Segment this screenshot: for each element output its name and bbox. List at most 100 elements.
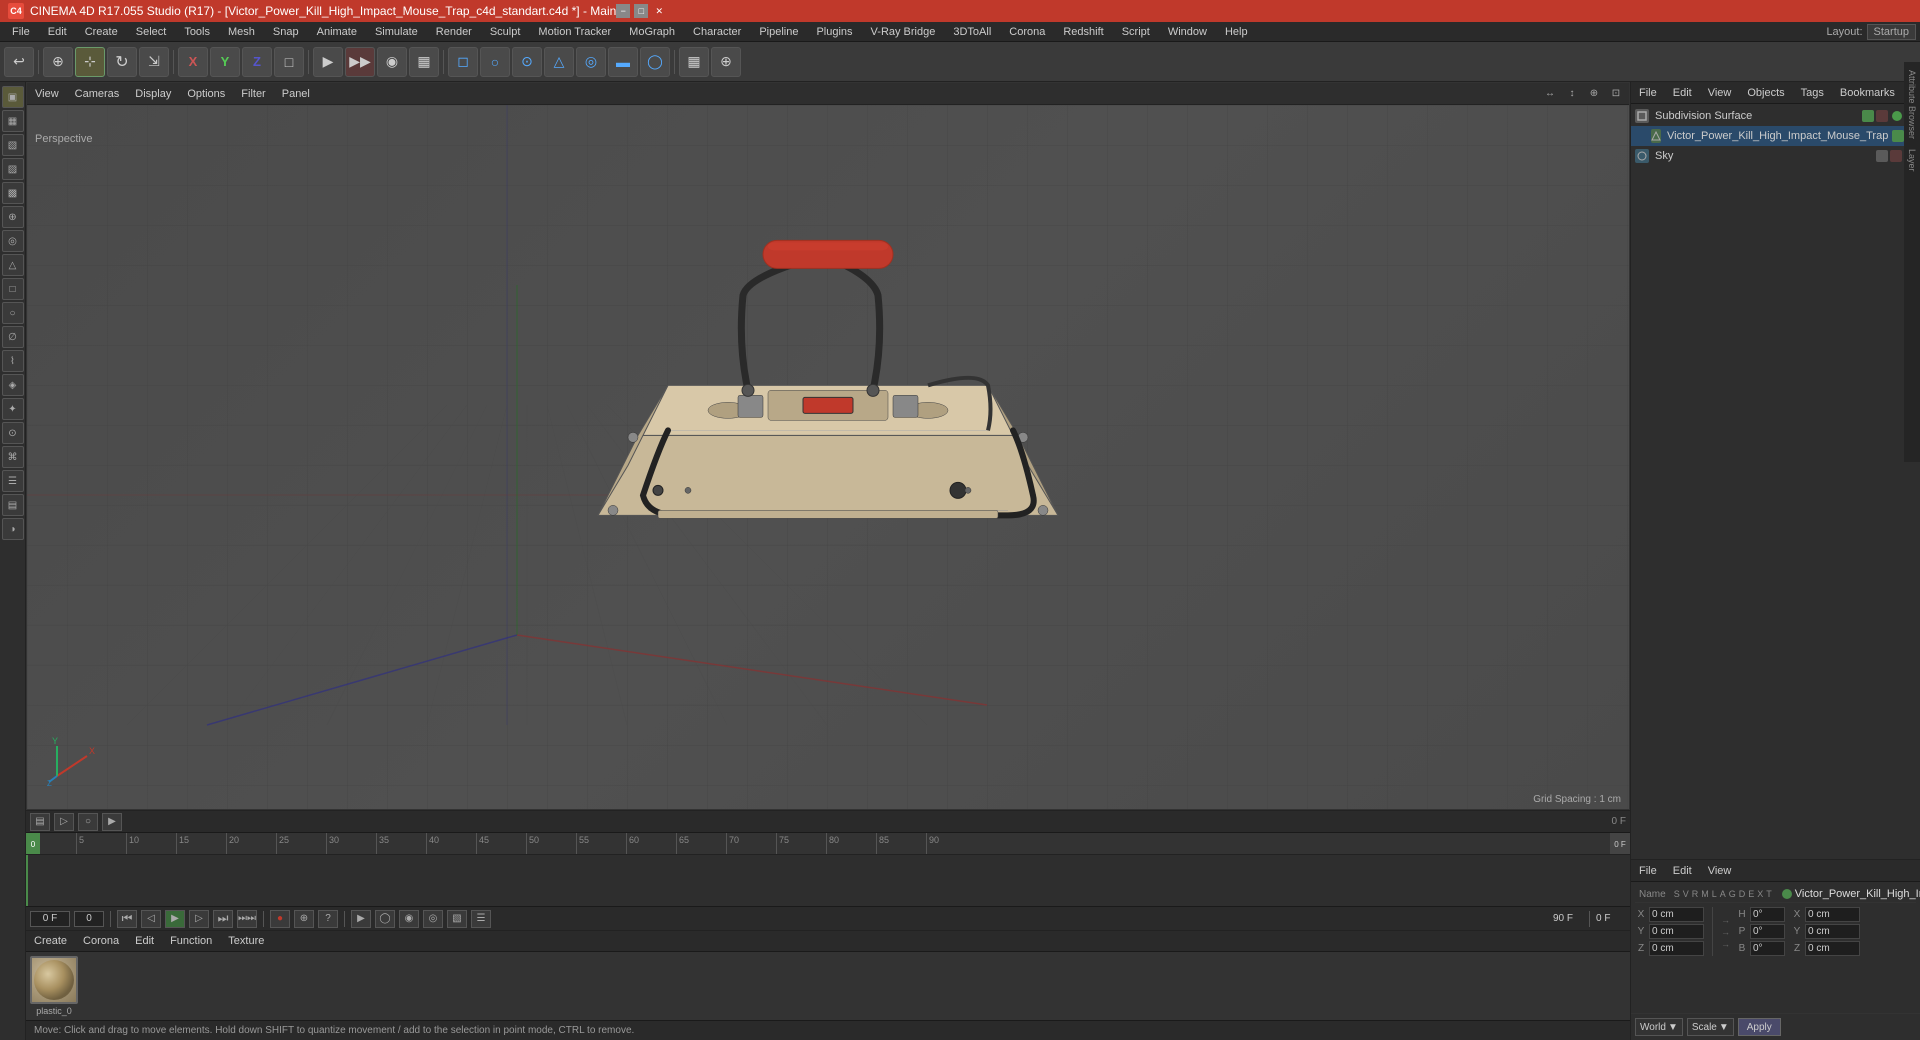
- toolbar-grid[interactable]: ▦: [679, 47, 709, 77]
- pb-btn-jump-end[interactable]: ⏭: [213, 910, 233, 928]
- attr-coord-system-dropdown[interactable]: World ▼: [1635, 1018, 1683, 1036]
- viewport-menu-panel[interactable]: Panel: [278, 86, 314, 102]
- obj-vis-sky[interactable]: [1876, 150, 1888, 162]
- pb-btn-record[interactable]: ●: [270, 910, 290, 928]
- menu-mograph[interactable]: MoGraph: [621, 24, 683, 40]
- object-item-sky[interactable]: Sky: [1631, 146, 1920, 166]
- menu-mesh[interactable]: Mesh: [220, 24, 263, 40]
- title-bar-controls[interactable]: − □ ✕: [616, 4, 666, 18]
- attr-menu-edit[interactable]: Edit: [1669, 863, 1696, 879]
- layout-value[interactable]: Startup: [1867, 24, 1916, 40]
- menu-create[interactable]: Create: [77, 24, 126, 40]
- sidebar-btn-material[interactable]: ✦: [2, 398, 24, 420]
- pb-btn-sound[interactable]: ☰: [471, 910, 491, 928]
- pb-btn-grid[interactable]: ▧: [447, 910, 467, 928]
- menu-animate[interactable]: Animate: [309, 24, 365, 40]
- toolbar-obj-sphere[interactable]: ○: [480, 47, 510, 77]
- frame-input-current[interactable]: [30, 911, 70, 927]
- attr-inp-scale-y[interactable]: [1805, 924, 1860, 939]
- menu-tools[interactable]: Tools: [176, 24, 218, 40]
- toolbar-obj-torus[interactable]: ◎: [576, 47, 606, 77]
- om-menu-tags[interactable]: Tags: [1797, 85, 1828, 101]
- sidebar-btn-generator[interactable]: △: [2, 254, 24, 276]
- tl-btn-record[interactable]: ○: [78, 813, 98, 831]
- toolbar-render-queue[interactable]: ▦: [409, 47, 439, 77]
- menu-window[interactable]: Window: [1160, 24, 1215, 40]
- pb-btn-help[interactable]: ?: [318, 910, 338, 928]
- sidebar-btn-light[interactable]: ○: [2, 302, 24, 324]
- toolbar-mode-y[interactable]: Y: [210, 47, 240, 77]
- attr-inp-rot-p[interactable]: [1750, 924, 1785, 939]
- vert-tab-attribute-browser[interactable]: Attribute Browser: [1905, 66, 1919, 143]
- sidebar-btn-scene[interactable]: ◈: [2, 374, 24, 396]
- attr-inp-pos-z[interactable]: [1649, 941, 1704, 956]
- sidebar-btn-deformer[interactable]: ◎: [2, 230, 24, 252]
- frame-input-field[interactable]: [74, 911, 104, 927]
- pb-btn-jump-start[interactable]: ⏮: [117, 910, 137, 928]
- sidebar-btn-camera[interactable]: □: [2, 278, 24, 300]
- toolbar-obj-cone[interactable]: △: [544, 47, 574, 77]
- attr-menu-file[interactable]: File: [1635, 863, 1661, 879]
- toolbar-mode-x[interactable]: X: [178, 47, 208, 77]
- layout-selector[interactable]: Layout: Startup: [1826, 24, 1916, 40]
- pb-btn-jump-end-2[interactable]: ⏭⏭: [237, 910, 257, 928]
- obj-render-sky[interactable]: [1890, 150, 1902, 162]
- menu-character[interactable]: Character: [685, 24, 749, 40]
- menu-corona[interactable]: Corona: [1001, 24, 1053, 40]
- tl-btn-new[interactable]: ▤: [30, 813, 50, 831]
- object-item-subdivision[interactable]: Subdivision Surface: [1631, 106, 1920, 126]
- mat-menu-texture[interactable]: Texture: [224, 933, 268, 949]
- toolbar-render-all[interactable]: ◉: [377, 47, 407, 77]
- sidebar-btn-simulation[interactable]: ◑: [2, 518, 24, 540]
- maximize-button[interactable]: □: [634, 4, 648, 18]
- toolbar-new-obj[interactable]: ⊕: [43, 47, 73, 77]
- toolbar-snap[interactable]: ⊕: [711, 47, 741, 77]
- pb-btn-preview[interactable]: ▶: [351, 910, 371, 928]
- minimize-button[interactable]: −: [616, 4, 630, 18]
- toolbar-move[interactable]: ⊹: [75, 47, 105, 77]
- viewport-move-icon[interactable]: ↔: [1541, 85, 1559, 103]
- toolbar-rotate[interactable]: ↻: [107, 47, 137, 77]
- pb-btn-auto[interactable]: ⊕: [294, 910, 314, 928]
- menu-snap[interactable]: Snap: [265, 24, 307, 40]
- pb-btn-render-icon[interactable]: ◎: [423, 910, 443, 928]
- sidebar-btn-mesh[interactable]: ▦: [2, 110, 24, 132]
- sidebar-btn-anim[interactable]: ⌘: [2, 446, 24, 468]
- menu-3dtoall[interactable]: 3DToAll: [945, 24, 999, 40]
- attr-inp-rot-b[interactable]: [1750, 941, 1785, 956]
- om-menu-view[interactable]: View: [1704, 85, 1736, 101]
- mat-menu-create[interactable]: Create: [30, 933, 71, 949]
- timeline-ruler[interactable]: 0 5 10 15 20 25 30 35 40 45 50 55 60 65 …: [26, 833, 1630, 855]
- viewport-maximize-icon[interactable]: ⊡: [1607, 85, 1625, 103]
- attr-menu-view[interactable]: View: [1704, 863, 1736, 879]
- attr-inp-rot-h[interactable]: [1750, 907, 1785, 922]
- material-item-plastic[interactable]: plastic_0: [30, 956, 78, 1016]
- menu-vray-bridge[interactable]: V-Ray Bridge: [863, 24, 944, 40]
- toolbar-undo[interactable]: ↩: [4, 47, 34, 77]
- viewport-menu-cameras[interactable]: Cameras: [71, 86, 124, 102]
- mat-menu-function[interactable]: Function: [166, 933, 216, 949]
- attr-inp-scale-z[interactable]: [1805, 941, 1860, 956]
- obj-vis-mousetrap[interactable]: [1892, 130, 1904, 142]
- sidebar-btn-env[interactable]: ∅: [2, 326, 24, 348]
- viewport-menu-options[interactable]: Options: [183, 86, 229, 102]
- viewport-rotate-icon[interactable]: ⊕: [1585, 85, 1603, 103]
- attr-apply-button[interactable]: Apply: [1738, 1018, 1781, 1036]
- om-menu-objects[interactable]: Objects: [1743, 85, 1788, 101]
- menu-file[interactable]: File: [4, 24, 38, 40]
- attr-inp-pos-x[interactable]: [1649, 907, 1704, 922]
- menu-help[interactable]: Help: [1217, 24, 1256, 40]
- menu-redshift[interactable]: Redshift: [1055, 24, 1111, 40]
- obj-render-subdiv[interactable]: [1876, 110, 1888, 122]
- menu-edit[interactable]: Edit: [40, 24, 75, 40]
- menu-pipeline[interactable]: Pipeline: [751, 24, 806, 40]
- menu-script[interactable]: Script: [1114, 24, 1158, 40]
- mat-menu-edit[interactable]: Edit: [131, 933, 158, 949]
- toolbar-mode-all[interactable]: □: [274, 47, 304, 77]
- toolbar-obj-cylinder[interactable]: ⊙: [512, 47, 542, 77]
- sidebar-btn-render[interactable]: ⊙: [2, 422, 24, 444]
- toolbar-render-view[interactable]: ▶▶: [345, 47, 375, 77]
- sidebar-btn-paint[interactable]: ▧: [2, 134, 24, 156]
- sidebar-btn-tag[interactable]: ⌇: [2, 350, 24, 372]
- viewport-menu-filter[interactable]: Filter: [237, 86, 269, 102]
